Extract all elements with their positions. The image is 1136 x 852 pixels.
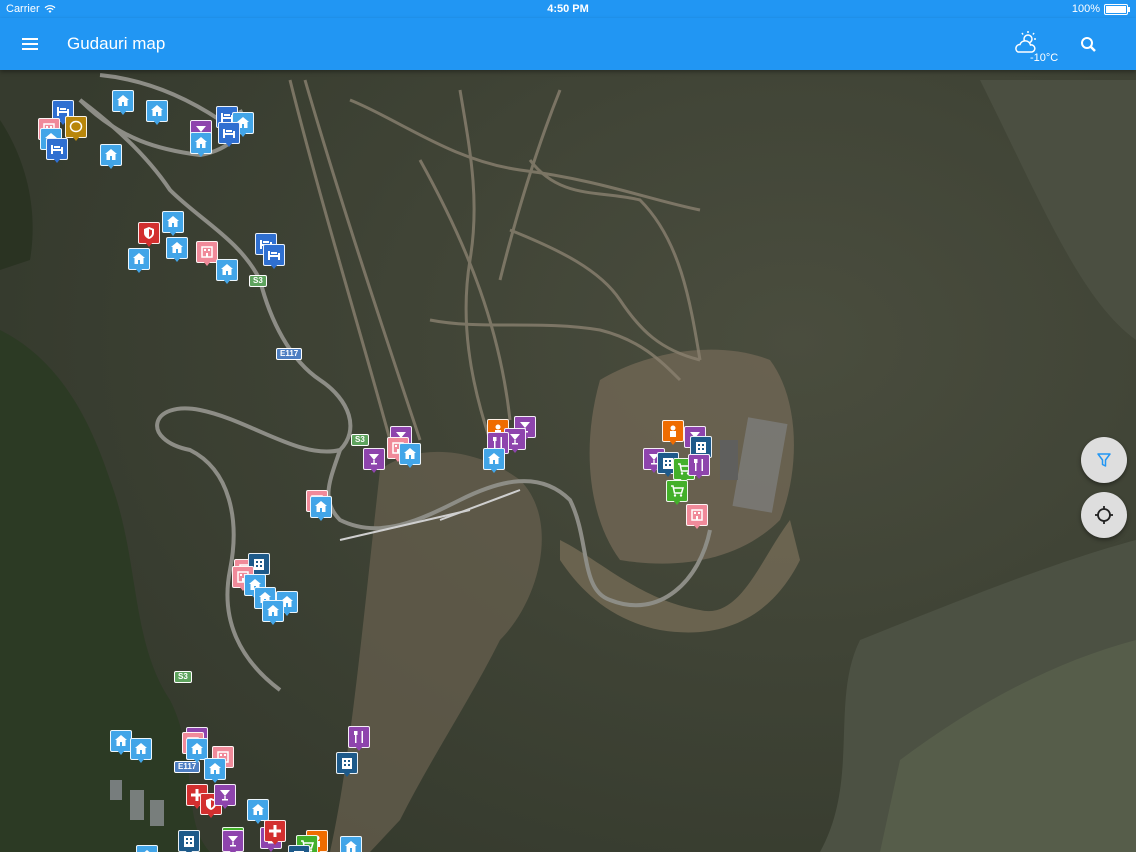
house-icon [404,448,416,459]
poi-marker-landmark[interactable] [65,116,87,141]
cart-icon [671,485,685,497]
house-icon [117,95,129,106]
poi-marker-apartment[interactable] [196,241,218,266]
poi-marker-lodging[interactable] [190,132,212,157]
poi-marker-lodging[interactable] [130,738,152,763]
house-icon [488,453,500,464]
status-bar: Carrier 4:50 PM 100% [0,0,1136,18]
apartment-icon [691,509,703,521]
house-icon [167,216,179,227]
road-label-s3: S3 [351,434,369,446]
house-icon [195,137,207,148]
poi-marker-lodging[interactable] [247,799,269,824]
poi-marker-nightlife[interactable] [222,830,244,852]
poi-marker-apartment[interactable] [686,504,708,529]
weather-button[interactable]: -10°C [1010,30,1058,66]
cocktail-icon [228,836,238,847]
apartment-icon [201,246,213,258]
poi-marker-shop[interactable] [666,480,688,505]
poi-marker-nightlife[interactable] [363,448,385,473]
poi-marker-lodging[interactable] [112,90,134,115]
app-bar: Gudauri map -10°C [0,18,1136,70]
battery-icon [1104,3,1130,15]
house-icon [133,253,145,264]
poi-marker-lodging[interactable] [204,758,226,783]
poi-marker-lodging[interactable] [166,237,188,262]
poi-marker-restaurant[interactable] [348,726,370,751]
menu-button[interactable] [14,30,46,58]
poi-marker-hotel[interactable] [336,752,358,777]
page-title: Gudauri map [67,34,166,53]
poi-marker-lodging[interactable] [262,600,284,625]
bed-icon [51,145,63,154]
filter-button[interactable] [1081,437,1127,483]
crosshair-icon [1095,506,1113,524]
search-icon [1081,37,1096,52]
cocktail-icon [369,454,379,465]
house-icon [191,743,203,754]
house-icon [209,763,221,774]
poi-marker-lodging[interactable] [310,496,332,521]
bed-icon [223,129,235,138]
house-icon [221,264,233,275]
road-label-s3: S3 [174,671,192,683]
poi-marker-service[interactable] [662,420,684,445]
house-icon [171,242,183,253]
poi-marker-lodging[interactable] [186,738,208,763]
house-icon [135,743,147,754]
cutlery-icon [694,459,703,471]
place-icon [69,120,83,133]
poi-marker-hostel[interactable] [218,122,240,147]
road-label-s3: S3 [249,275,267,287]
cocktail-icon [220,790,230,801]
satellite-terrain [0,0,1136,852]
road-label-e117: E117 [276,348,303,360]
house-icon [115,735,127,746]
poi-marker-lodging[interactable] [216,259,238,284]
poi-marker-lodging[interactable] [340,836,362,852]
service-icon [670,425,676,437]
menu-icon [22,38,38,50]
building-icon [294,851,304,852]
house-icon [267,605,279,616]
bed-icon [268,251,280,260]
poi-marker-hostel[interactable] [46,138,68,163]
building-icon [342,758,352,769]
shield-icon [144,227,154,239]
battery-percent: 100% [1071,3,1100,15]
poi-marker-lodging[interactable] [100,144,122,169]
filter-icon [1097,453,1111,467]
house-icon [151,105,163,116]
poi-marker-police[interactable] [138,222,160,247]
poi-marker-hotel[interactable] [288,845,310,852]
house-icon [144,850,150,852]
poi-marker-hotel[interactable] [178,830,200,852]
building-icon [184,836,194,847]
building-icon [696,442,706,453]
poi-marker-lodging[interactable] [162,211,184,236]
cross-icon [269,825,281,837]
poi-marker-lodging[interactable] [136,845,158,852]
house-icon [105,149,117,160]
poi-marker-lodging[interactable] [483,448,505,473]
cocktail-icon [510,434,520,445]
house-icon [315,501,327,512]
house-icon [252,804,264,815]
poi-marker-nightlife[interactable] [214,784,236,809]
poi-marker-lodging[interactable] [128,248,150,273]
poi-marker-hostel[interactable] [263,244,285,269]
poi-marker-medical[interactable] [264,820,286,845]
clock: 4:50 PM [547,3,589,15]
map-view[interactable]: S3 E117 S3 S3 E117 [0,0,1136,852]
search-button[interactable] [1076,32,1102,58]
house-icon [345,841,357,852]
poi-marker-lodging[interactable] [399,443,421,468]
poi-marker-restaurant[interactable] [688,454,710,479]
locate-me-button[interactable] [1081,492,1127,538]
poi-marker-lodging[interactable] [110,730,132,755]
temperature-label: -10°C [1030,52,1059,64]
poi-marker-lodging[interactable] [146,100,168,125]
cutlery-icon [354,731,363,743]
